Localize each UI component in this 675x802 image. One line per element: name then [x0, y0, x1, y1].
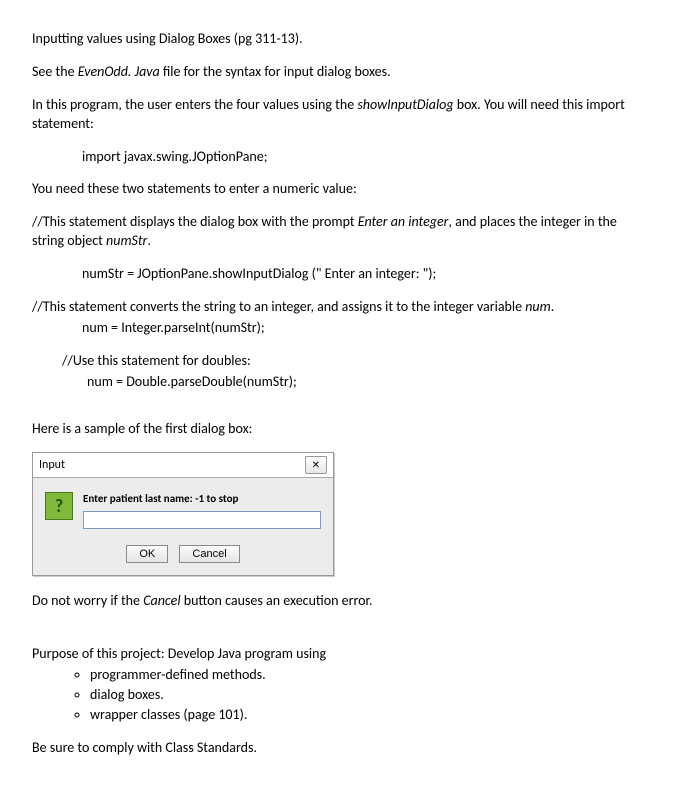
dialog-body: ? Enter patient last name: -1 to stop: [33, 478, 333, 538]
close-icon[interactable]: ✕: [305, 456, 327, 474]
show-input-dialog: showInputDialog: [357, 96, 453, 113]
purpose-heading: Purpose of this project: Develop Java pr…: [32, 645, 643, 664]
prog-a: In this program, the user enters the fou…: [32, 96, 357, 113]
dialog-titlebar: Input ✕: [33, 453, 333, 478]
see-a: See the: [32, 63, 78, 80]
c1a: //This statement displays the dialog box…: [32, 213, 358, 230]
comment-3: //Use this statement for doubles:: [32, 352, 643, 371]
code-line-1: numStr = JOptionPane.showInputDialog (" …: [32, 265, 643, 284]
comment-1: //This statement displays the dialog box…: [32, 213, 643, 251]
dialog-input[interactable]: [83, 511, 321, 529]
purpose-list: programmer-defined methods. dialog boxes…: [32, 666, 643, 725]
see-line: See the EvenOdd. Java file for the synta…: [32, 63, 643, 82]
comply-line: Be sure to comply with Class Standards.: [32, 739, 643, 758]
question-icon: ?: [45, 492, 73, 520]
comment-2: //This statement converts the string to …: [32, 298, 643, 317]
c1-prompt: Enter an integer: [358, 213, 449, 230]
program-line: In this program, the user enters the fou…: [32, 96, 643, 134]
see-b: file for the syntax for input dialog box…: [160, 63, 391, 80]
import-statement: import javax.swing.JOptionPane;: [32, 148, 643, 167]
cancel-button[interactable]: Cancel: [179, 545, 239, 563]
sample-heading: Here is a sample of the first dialog box…: [32, 420, 643, 439]
dialog-right: Enter patient last name: -1 to stop: [83, 492, 321, 530]
c2b: .: [551, 298, 555, 315]
do-not-worry: Do not worry if the Cancel button causes…: [32, 592, 643, 611]
dnw-b: button causes an execution error.: [181, 592, 373, 609]
dialog-title-text: Input: [39, 457, 65, 473]
dialog-buttons: OK Cancel: [33, 538, 333, 575]
c2-var: num: [525, 298, 550, 315]
c1c: .: [147, 232, 151, 249]
see-file: EvenOdd. Java: [78, 63, 160, 80]
list-item: dialog boxes.: [90, 686, 643, 705]
dnw-cancel: Cancel: [143, 592, 180, 609]
dialog-prompt: Enter patient last name: -1 to stop: [83, 492, 321, 507]
title-line: Inputting values using Dialog Boxes (pg …: [32, 30, 643, 49]
list-item: programmer-defined methods.: [90, 666, 643, 685]
c2a: //This statement converts the string to …: [32, 298, 525, 315]
code-line-3: num = Double.parseDouble(numStr);: [32, 373, 643, 392]
list-item: wrapper classes (page 101).: [90, 706, 643, 725]
input-dialog: Input ✕ ? Enter patient last name: -1 to…: [32, 452, 334, 576]
ok-button[interactable]: OK: [126, 545, 168, 563]
code-line-2: num = Integer.parseInt(numStr);: [32, 319, 643, 338]
c1-var: numStr: [106, 232, 147, 249]
need-two: You need these two statements to enter a…: [32, 180, 643, 199]
dnw-a: Do not worry if the: [32, 592, 143, 609]
